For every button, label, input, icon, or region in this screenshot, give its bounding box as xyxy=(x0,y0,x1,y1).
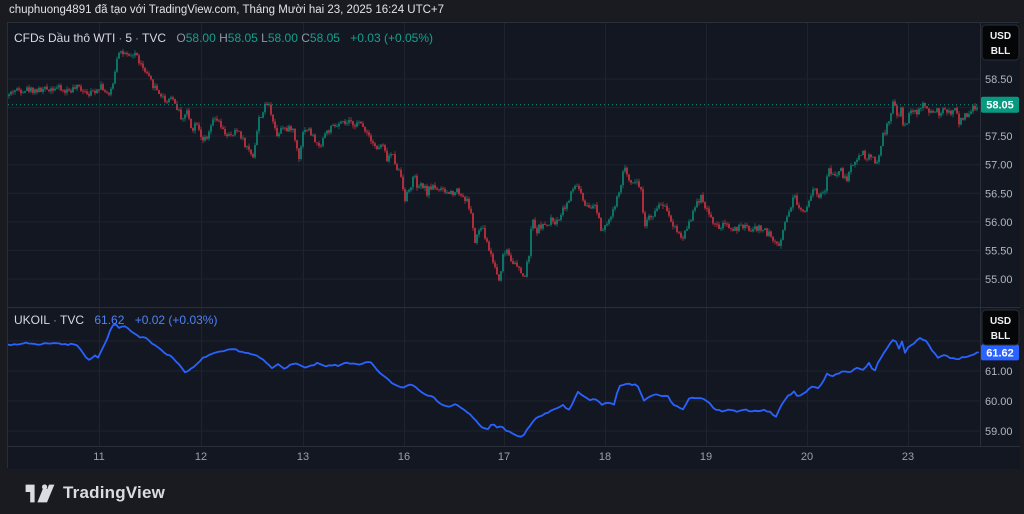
svg-text:55.50: 55.50 xyxy=(985,245,1013,257)
ohlc-low-label: L xyxy=(261,31,268,45)
ukoil-last-price-badge: 61.62 xyxy=(981,344,1019,360)
wti-legend[interactable]: CFDs Dầu thô WTI·5·TVC O58.00 H58.05 L58… xyxy=(14,31,433,45)
legend-separator: · xyxy=(135,31,139,45)
wti-last-price-badge: 58.05 xyxy=(981,97,1019,113)
svg-text:59.00: 59.00 xyxy=(985,426,1013,438)
wti-change: +0.03 (+0.05%) xyxy=(350,31,433,45)
chart-canvas[interactable]: 58.50 57.50 57.00 56.50 56.00 55.50 55.00 61.00… xyxy=(8,23,1020,469)
svg-text:55.00: 55.00 xyxy=(985,274,1013,286)
ohlc-close-value: 58.05 xyxy=(310,31,340,45)
wti-interval[interactable]: 5 xyxy=(125,31,132,45)
legend-separator: · xyxy=(118,31,122,45)
page: { "page": { "attribution": "chuphuong489… xyxy=(0,0,1024,514)
ukoil-exchange: TVC xyxy=(60,313,84,327)
svg-text:USD: USD xyxy=(990,316,1011,327)
ohlc-low-value: 58.00 xyxy=(268,31,298,45)
svg-text:56.50: 56.50 xyxy=(985,188,1013,200)
svg-text:61.00: 61.00 xyxy=(985,366,1013,378)
svg-text:18: 18 xyxy=(599,451,611,463)
ohlc-high-value: 58.05 xyxy=(228,31,258,45)
svg-text:USD: USD xyxy=(990,31,1011,42)
svg-text:13: 13 xyxy=(297,451,309,463)
wti-currency-unit-toggle[interactable]: USD BLL xyxy=(982,25,1019,60)
svg-text:60.00: 60.00 xyxy=(985,396,1013,408)
tradingview-logo-icon[interactable] xyxy=(25,484,55,503)
footer: TradingView xyxy=(25,481,165,505)
svg-text:56.00: 56.00 xyxy=(985,217,1013,229)
svg-text:11: 11 xyxy=(93,451,104,463)
svg-text:61.62: 61.62 xyxy=(986,347,1014,359)
chart-background xyxy=(8,23,1020,469)
svg-text:17: 17 xyxy=(498,451,510,463)
ohlc-close-label: C xyxy=(301,31,310,45)
ohlc-open-label: O xyxy=(176,31,185,45)
ukoil-legend[interactable]: UKOIL·TVC 61.62 +0.02 (+0.03%) xyxy=(14,313,217,327)
ukoil-currency-unit-toggle[interactable]: USD BLL xyxy=(982,310,1019,345)
svg-text:57.50: 57.50 xyxy=(985,131,1013,143)
ohlc-open-value: 58.00 xyxy=(186,31,216,45)
svg-text:12: 12 xyxy=(195,451,207,463)
wti-symbol-title[interactable]: CFDs Dầu thô WTI xyxy=(14,31,115,45)
svg-text:BLL: BLL xyxy=(991,46,1010,57)
svg-text:23: 23 xyxy=(902,451,914,463)
svg-text:20: 20 xyxy=(801,451,813,463)
wti-exchange: TVC xyxy=(142,31,166,45)
attribution-text: chuphuong4891 đã tạo với TradingView.com… xyxy=(9,4,444,16)
svg-text:BLL: BLL xyxy=(991,331,1010,342)
svg-text:16: 16 xyxy=(398,451,410,463)
ukoil-value: 61.62 xyxy=(94,313,124,327)
legend-separator: · xyxy=(53,313,57,327)
ohlc-high-label: H xyxy=(219,31,228,45)
ukoil-change: +0.02 (+0.03%) xyxy=(135,313,218,327)
svg-text:58.50: 58.50 xyxy=(985,74,1013,86)
svg-text:57.00: 57.00 xyxy=(985,160,1013,172)
svg-text:58.05: 58.05 xyxy=(986,100,1014,112)
chart-widget[interactable]: 58.50 57.50 57.00 56.50 56.00 55.50 55.00 61.00… xyxy=(7,22,1019,468)
svg-text:19: 19 xyxy=(700,451,712,463)
tradingview-wordmark[interactable]: TradingView xyxy=(63,483,165,503)
ukoil-symbol-title[interactable]: UKOIL xyxy=(14,313,50,327)
